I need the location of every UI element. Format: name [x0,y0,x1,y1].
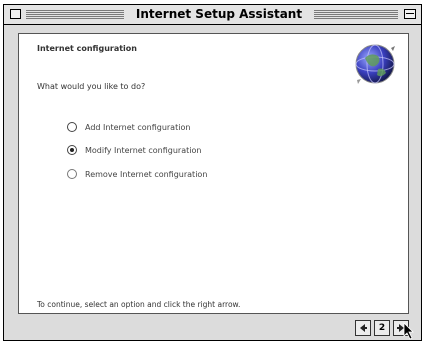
mouse-pointer-icon [403,322,414,340]
assistant-window: Internet Setup Assistant Internet config… [3,4,422,341]
section-heading: Internet configuration [37,44,137,53]
left-arrow-icon [360,324,367,332]
modify-configuration-label: Modify Internet configuration [85,145,202,155]
title-stripes-left [26,9,124,19]
title-bar[interactable]: Internet Setup Assistant [4,5,421,25]
window-title: Internet Setup Assistant [126,7,312,21]
add-configuration-label: Add Internet configuration [85,122,191,132]
add-configuration-radio[interactable] [67,122,77,132]
zoom-box[interactable] [404,9,416,19]
close-box[interactable] [10,9,21,19]
option-remove-configuration[interactable]: Remove Internet configuration [67,167,207,181]
option-modify-configuration[interactable]: Modify Internet configuration [67,143,201,157]
question-prompt: What would you like to do? [37,82,146,91]
globe-icon [355,44,395,84]
title-stripes-right [314,9,398,19]
option-add-configuration[interactable]: Add Internet configuration [67,120,190,134]
back-button[interactable] [355,320,371,336]
page-number: 2 [374,320,390,336]
content-panel: Internet configuration What would you li… [18,33,409,314]
remove-configuration-label: Remove Internet configuration [85,169,208,179]
instruction-text: To continue, select an option and click … [37,300,241,309]
remove-configuration-radio[interactable] [67,169,77,179]
modify-configuration-radio[interactable] [67,145,77,155]
